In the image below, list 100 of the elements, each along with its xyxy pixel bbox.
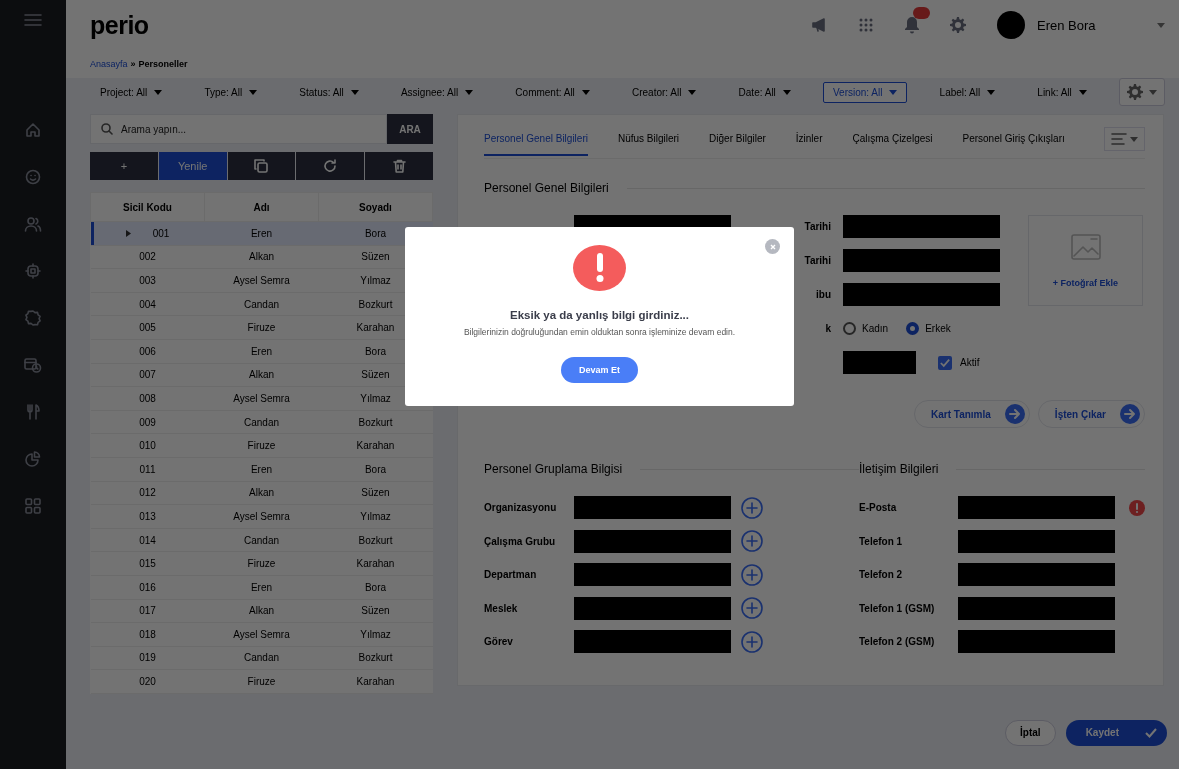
users-icon[interactable]	[24, 216, 42, 232]
table-cell: Candan	[204, 292, 319, 316]
action-button[interactable]: İşten Çıkar	[1037, 400, 1145, 428]
filter-dropdown[interactable]: Label: All	[929, 81, 1006, 103]
filter-dropdown[interactable]: Date: All	[728, 81, 801, 103]
tab[interactable]: Personel Giriş Çıkışları	[962, 122, 1065, 156]
tab[interactable]: İzinler	[795, 122, 823, 156]
filter-dropdown[interactable]: Comment: All	[505, 81, 600, 103]
input-field[interactable]	[958, 596, 1115, 620]
filter-dropdown[interactable]: Creator: All	[621, 81, 707, 103]
filter-dropdown[interactable]: Status: All	[289, 81, 369, 103]
calendar-clock-icon[interactable]	[24, 357, 42, 373]
toolbar-button[interactable]	[296, 152, 365, 180]
filter-dropdown[interactable]: Link: All	[1027, 81, 1097, 103]
table-row[interactable]: 016 Eren Bora	[90, 575, 433, 599]
checkbox[interactable]	[938, 355, 952, 370]
table-row[interactable]: 014 Candan Bozkurt	[90, 528, 433, 552]
filter-dropdown[interactable]: Assignee: All	[390, 81, 484, 103]
dropdown-field[interactable]	[574, 630, 731, 653]
avatar[interactable]	[997, 11, 1025, 39]
tab-menu-button[interactable]	[1104, 127, 1145, 151]
refresh-icon	[323, 159, 338, 173]
dropdown-field[interactable]	[574, 563, 731, 586]
continue-button[interactable]: Devam Et	[561, 357, 638, 383]
search-field[interactable]: Arama yapın...	[113, 123, 386, 135]
home-icon[interactable]	[25, 122, 41, 138]
dropdown-field[interactable]	[574, 529, 731, 553]
search-field[interactable]: Arama yapın...	[90, 114, 387, 144]
table-cell: 002	[90, 245, 205, 269]
action-button[interactable]: Kart Tanımla	[914, 400, 1030, 428]
toolbar-button[interactable]: Yenile	[158, 152, 227, 180]
dropdown-field[interactable]	[574, 496, 731, 519]
add-circle-icon[interactable]	[741, 496, 763, 519]
dropdown-field[interactable]	[843, 283, 1000, 306]
badge-icon[interactable]	[25, 310, 41, 326]
caret-icon	[1148, 89, 1157, 95]
input-field[interactable]	[843, 351, 916, 374]
table-row[interactable]: 017 Alkan Süzen	[90, 599, 433, 623]
settings-dropdown[interactable]	[1118, 78, 1165, 106]
menu-icon[interactable]	[24, 13, 42, 27]
field-label: Telefon 2	[859, 569, 904, 580]
radio-button[interactable]	[843, 322, 856, 335]
table-row[interactable]: 009 Candan Bozkurt	[90, 410, 433, 434]
input-field[interactable]	[958, 529, 1115, 553]
input-field[interactable]	[958, 496, 1115, 519]
breadcrumb-link[interactable]: Anasayfa	[90, 59, 128, 69]
table-row[interactable]: 015 Firuze Karahan	[90, 551, 433, 576]
save-button[interactable]: Kaydet	[1065, 719, 1167, 746]
checkmark-icon	[1145, 727, 1157, 738]
tab[interactable]: Nüfus Bilgileri	[617, 122, 680, 156]
bell-icon[interactable]	[904, 16, 920, 34]
add-circle-icon[interactable]	[741, 563, 763, 586]
input-field[interactable]	[958, 563, 1115, 586]
add-circle-icon[interactable]	[741, 630, 763, 653]
tab[interactable]: Diğer Bilgiler	[709, 122, 766, 156]
grid-icon[interactable]	[25, 498, 41, 514]
tab[interactable]: Personel Genel Bilgileri	[484, 122, 588, 156]
filter-dropdown[interactable]: Version: All	[822, 81, 908, 103]
pie-chart-icon[interactable]	[25, 451, 41, 467]
dropdown-field[interactable]	[574, 596, 731, 620]
table-row[interactable]: 020 Firuze Karahan	[90, 669, 433, 694]
cancel-button[interactable]: İptal	[1005, 719, 1056, 746]
dropdown-field[interactable]	[843, 249, 1000, 272]
chip-icon[interactable]	[25, 263, 41, 279]
toolbar-button[interactable]: +	[90, 152, 158, 180]
apps-grid-icon[interactable]	[858, 17, 874, 33]
table-row[interactable]: 013 Aysel Semra Yılmaz	[90, 504, 433, 529]
table-cell: Firuze	[204, 315, 319, 340]
toolbar-button[interactable]	[227, 152, 296, 180]
caret-icon	[1078, 89, 1087, 95]
settings-icon[interactable]	[950, 17, 966, 33]
logo[interactable]: perio	[90, 10, 149, 40]
add-photo-link[interactable]: + Fotoğraf Ekle	[1052, 277, 1119, 288]
add-circle-icon[interactable]	[741, 597, 763, 619]
copy-icon	[254, 159, 269, 173]
dialog-title: Eksik ya da yanlış bilgi girdiniz...	[510, 309, 689, 321]
search-button[interactable]: ARA	[387, 114, 433, 144]
photo-upload-box[interactable]: + Fotoğraf Ekle	[1028, 215, 1143, 306]
filter-dropdown[interactable]: Type: All	[194, 81, 268, 103]
table-row[interactable]: 018 Aysel Semra Yılmaz	[90, 622, 433, 647]
caret-icon[interactable]	[1157, 22, 1165, 28]
tab[interactable]: Çalışma Çizelgesi	[852, 122, 933, 156]
table-row[interactable]: 012 Alkan Süzen	[90, 481, 433, 505]
table-cell: Bora	[318, 457, 433, 482]
delete-icon	[392, 159, 406, 173]
add-circle-icon[interactable]	[741, 530, 763, 552]
dropdown-field[interactable]	[843, 215, 1000, 238]
fork-knife-icon[interactable]	[25, 404, 41, 420]
user-name[interactable]: Eren Bora	[1037, 17, 1157, 33]
toolbar-button[interactable]	[365, 152, 433, 180]
table-row[interactable]: 010 Firuze Karahan	[90, 433, 433, 458]
radio-button[interactable]	[906, 322, 920, 335]
filter-dropdown[interactable]: Project: All	[90, 81, 173, 103]
smiley-face-icon[interactable]	[25, 169, 41, 185]
input-field[interactable]	[958, 630, 1115, 653]
table-row[interactable]: 011 Eren Bora	[90, 457, 433, 482]
table-row[interactable]: 001 Eren Bora	[90, 221, 433, 246]
table-row[interactable]: 019 Candan Bozkurt	[90, 646, 433, 670]
close-button[interactable]	[765, 239, 780, 254]
table-cell: Karahan	[318, 669, 433, 694]
